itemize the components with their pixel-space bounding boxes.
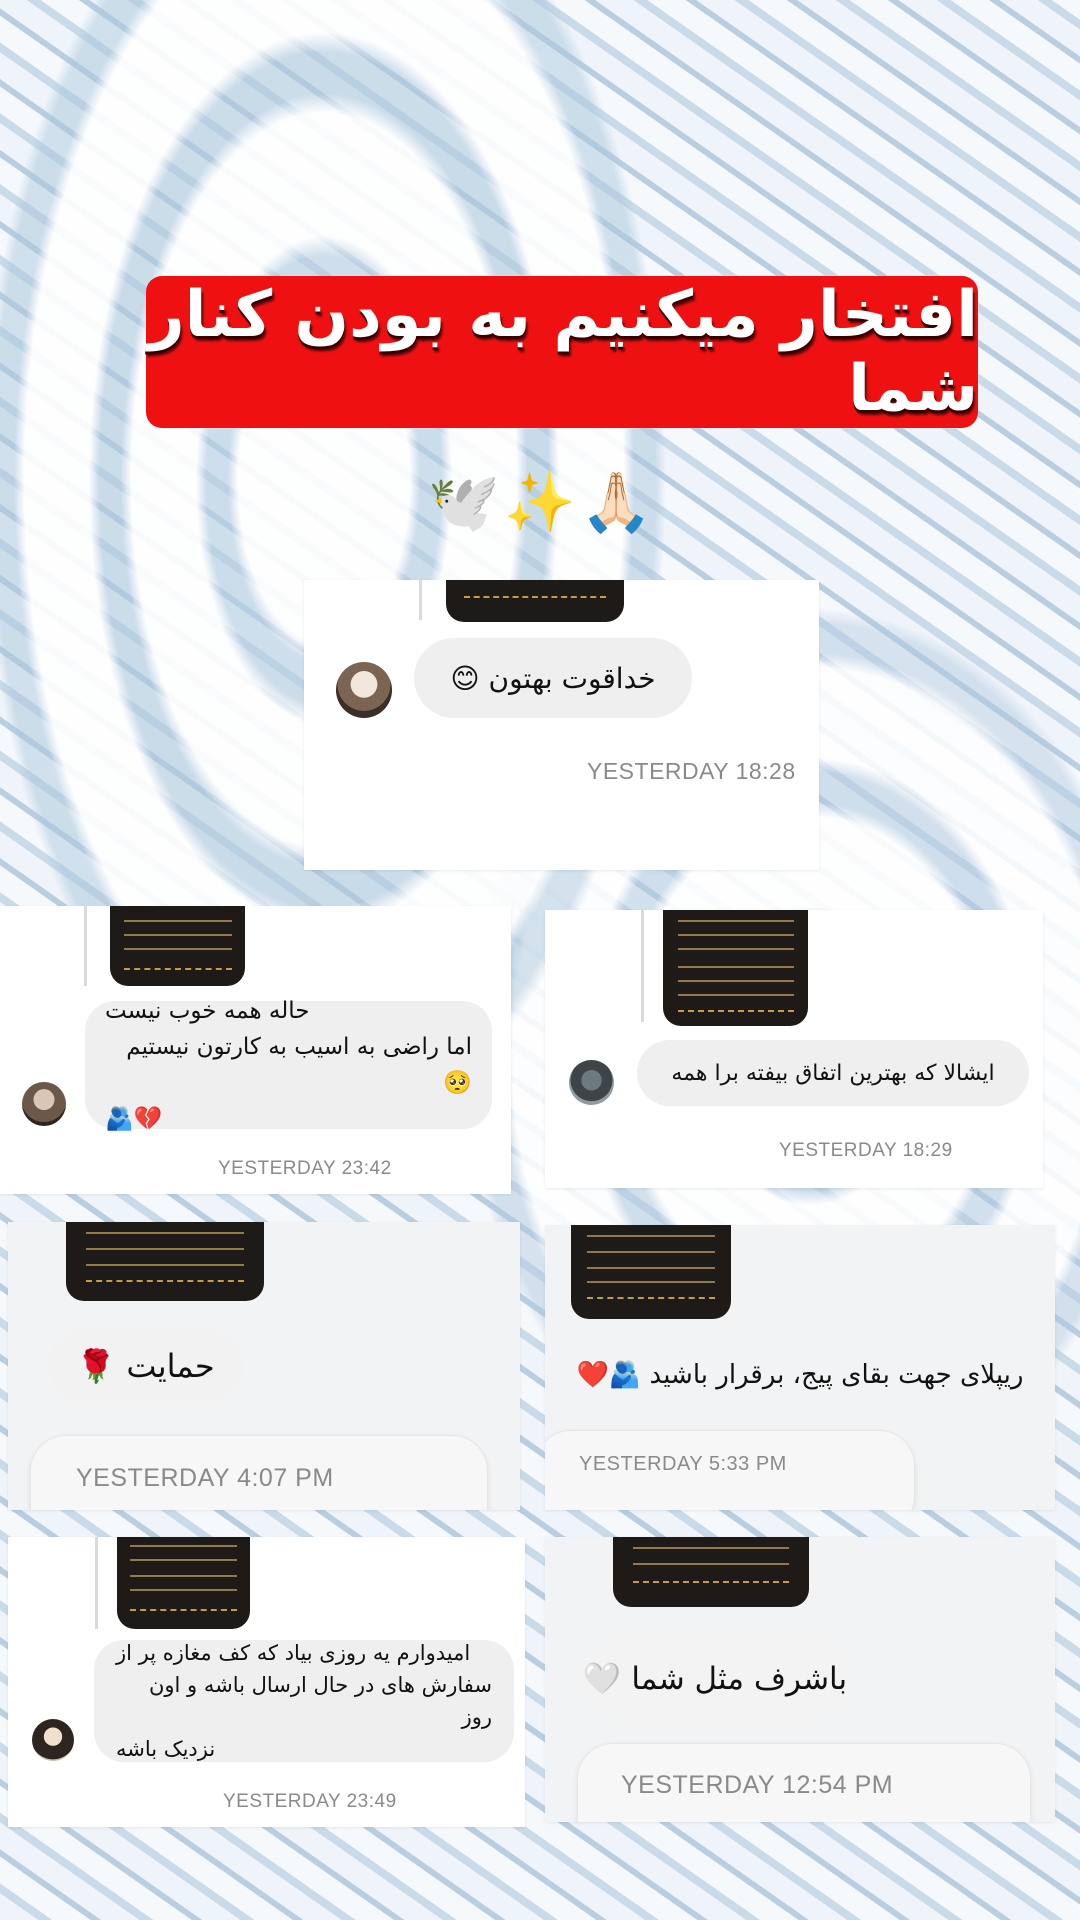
message-bubble: باشرف مثل شما 🤍 xyxy=(581,1637,849,1719)
reply-card-5: ریپلای جهت بقای پیج، برقرار باشید 🫂❤️ YE… xyxy=(545,1225,1055,1510)
avatar xyxy=(336,662,392,718)
message-line-3: 💔🫂 xyxy=(105,1106,163,1132)
timestamp: YESTERDAY 23:49 xyxy=(223,1791,397,1812)
message-bubble: امیدوارم یه روزی بیاد که کف مغازه پر از … xyxy=(94,1640,514,1762)
story-thumbnail xyxy=(446,580,624,622)
message-text: ریپلای جهت بقای پیج، برقرار باشید 🫂❤️ xyxy=(576,1360,1024,1390)
timestamp: YESTERDAY 4:07 PM xyxy=(76,1464,334,1492)
timestamp: YESTERDAY 12:54 PM xyxy=(621,1771,894,1799)
story-thumbnail xyxy=(663,910,808,1026)
message-line-2: سفارش های در حال ارسال باشه و اون روز xyxy=(148,1673,492,1729)
story-thumbnail xyxy=(110,906,245,986)
reply-card-4: حمایت 🌹 YESTERDAY 4:07 PM xyxy=(8,1222,520,1510)
message-text: ایشالا که بهترین اتفاق بیفته برا همه xyxy=(671,1060,995,1086)
timestamp: YESTERDAY 5:33 PM xyxy=(579,1453,787,1475)
message-line-1: حاله همه خوب نیست xyxy=(105,998,310,1024)
message-line-2: اما راضی به اسیب به کارتون نیستیم🥺 xyxy=(126,1034,472,1096)
message-line-1: امیدوارم یه روزی بیاد که کف مغازه پر از xyxy=(116,1641,471,1665)
reply-card-7: باشرف مثل شما 🤍 YESTERDAY 12:54 PM xyxy=(545,1537,1055,1822)
story-thumbnail xyxy=(117,1537,250,1629)
pray-icon: 🙏🏻 xyxy=(580,467,653,536)
message-text: خداقوت بهتون 😊 xyxy=(450,661,656,695)
avatar xyxy=(32,1719,74,1761)
message-text: حمایت 🌹 xyxy=(76,1347,215,1385)
reply-card-1: خداقوت بهتون 😊 YESTERDAY 18:28 xyxy=(304,580,819,870)
emoji-row: 🕊️ ✨ 🙏🏻 xyxy=(427,462,653,542)
story-thumbnail xyxy=(613,1537,809,1607)
avatar xyxy=(22,1082,66,1126)
dove-icon: 🕊️ xyxy=(427,467,500,536)
message-bubble: خداقوت بهتون 😊 xyxy=(414,638,692,718)
message-text: باشرف مثل شما 🤍 xyxy=(582,1660,848,1697)
message-line-3: نزدیک باشه xyxy=(116,1737,216,1761)
title-banner: افتخار میکنیم به بودن کنار شما xyxy=(146,276,979,428)
timestamp: YESTERDAY 23:42 xyxy=(218,1158,392,1179)
reply-card-3: ایشالا که بهترین اتفاق بیفته برا همه YES… xyxy=(545,910,1043,1188)
reply-card-2: حاله همه خوب نیست اما راضی به اسیب به کا… xyxy=(0,906,511,1194)
sparkles-icon: ✨ xyxy=(503,467,577,536)
story-thumbnail xyxy=(571,1225,731,1319)
avatar xyxy=(569,1060,614,1105)
reply-card-6: امیدوارم یه روزی بیاد که کف مغازه پر از … xyxy=(8,1537,525,1827)
story-thumbnail xyxy=(66,1222,264,1301)
timestamp: YESTERDAY 18:29 xyxy=(779,1140,953,1161)
timestamp: YESTERDAY 18:28 xyxy=(587,758,796,784)
banner-title: افتخار میکنیم به بودن کنار شما xyxy=(147,278,979,426)
message-bubble: حمایت 🌹 xyxy=(48,1326,243,1406)
message-bubble: ایشالا که بهترین اتفاق بیفته برا همه xyxy=(637,1040,1029,1106)
message-bubble: ریپلای جهت بقای پیج، برقرار باشید 🫂❤️ xyxy=(545,1345,1055,1405)
message-bubble: حاله همه خوب نیست اما راضی به اسیب به کا… xyxy=(85,998,492,1132)
